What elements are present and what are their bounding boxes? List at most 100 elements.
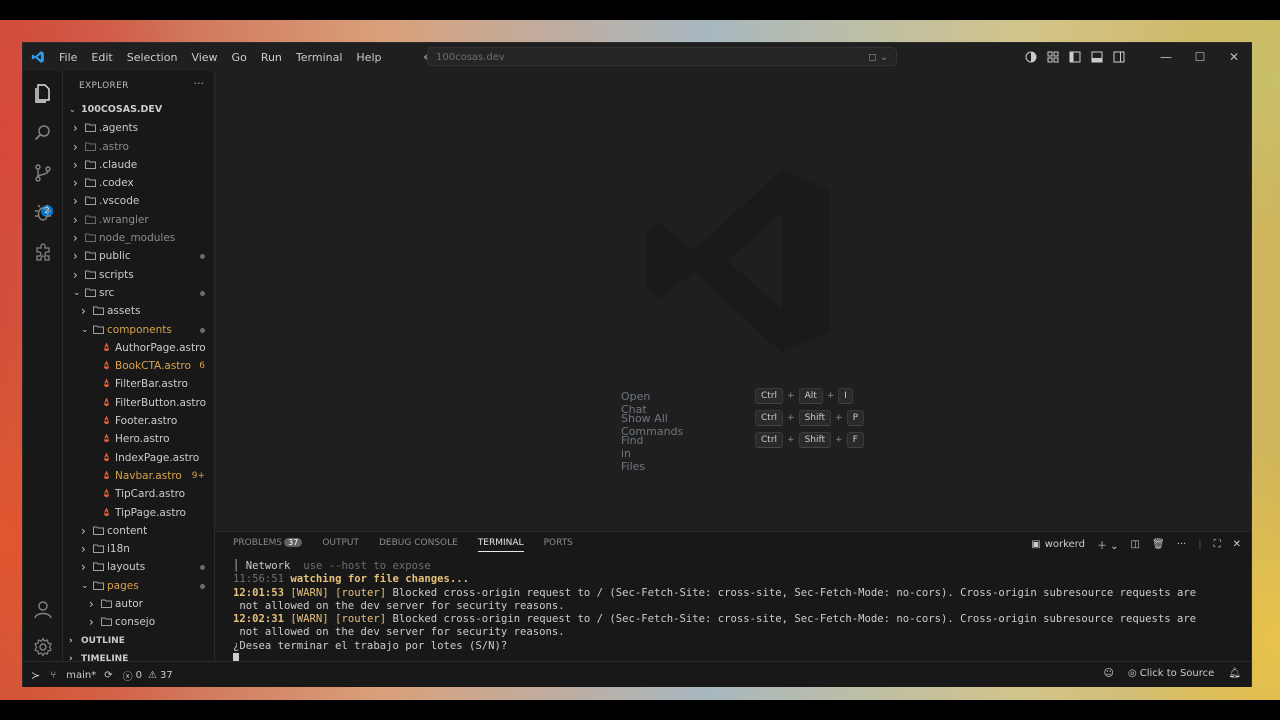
search-icon[interactable] [33,123,53,143]
terminal-output[interactable]: ┃ Network use --host to expose 11:56:51 w… [233,560,1243,666]
errors-count[interactable]: 0 [136,670,142,681]
copilot-chat-icon[interactable]: ◻ ⌄ [868,48,888,67]
extensions-icon[interactable] [33,243,53,263]
file-item[interactable]: Footer.astro [63,412,214,430]
timeline-section[interactable]: › TIMELINE [63,650,214,661]
settings-gear-icon[interactable] [33,637,53,657]
folder-item[interactable]: › i18n [63,540,214,558]
tab-ports[interactable]: PORTS [544,538,573,552]
folder-icon [85,123,96,133]
file-item[interactable]: IndexPage.astro [63,449,214,467]
tree-item-label: scripts [99,268,134,281]
folder-item[interactable]: ⌄ components [63,321,214,339]
file-item[interactable]: AuthorPage.astro [63,339,214,357]
folder-item[interactable]: › .codex [63,174,214,192]
terminal-line: 11:56:51 watching for file changes... [233,573,1243,586]
tab-terminal[interactable]: TERMINAL [477,538,524,552]
new-terminal-icon[interactable]: ＋ ⌄ [1097,537,1119,552]
folder-icon [85,233,96,243]
tab-problems[interactable]: PROBLEMS 37 [233,538,303,552]
astro-file-icon [103,360,110,370]
run-debug-icon[interactable] [33,203,53,223]
toggle-secondary-sidebar-icon[interactable] [1113,51,1125,63]
folder-item[interactable]: ⌄ pages [63,577,214,595]
activity-bar: 2 [23,71,63,661]
split-terminal-icon[interactable]: ◫ [1131,539,1140,550]
account-icon[interactable] [33,599,53,619]
folder-item[interactable]: › .wrangler [63,211,214,229]
terminal-router-tag: [router] [335,613,387,626]
maximize-panel-icon[interactable]: ⛶ [1214,539,1221,550]
folder-item[interactable]: › .astro [63,138,214,156]
problem-count: 9+ [191,470,205,481]
terminal-line: 12:02:31 [WARN] [router] Blocked cross-o… [233,613,1243,626]
toggle-panel-icon[interactable] [1091,51,1103,63]
tree-item-label: TipCard.astro [115,488,186,501]
folder-item[interactable]: › assets [63,302,214,320]
source-control-icon[interactable] [33,163,53,183]
title-bar: FileEditSelectionViewGoRunTerminalHelp ←… [23,43,1251,71]
folder-item[interactable]: › .claude [63,156,214,174]
file-item[interactable]: FilterBar.astro [63,375,214,393]
tree-item-label: .agents [99,122,139,135]
folder-item[interactable]: › layouts [63,558,214,576]
menu-item-terminal[interactable]: Terminal [296,51,343,64]
terminal-name[interactable]: workerd [1045,539,1085,550]
folder-item[interactable]: › consejo [63,613,214,631]
command-center-search[interactable]: 100cosas.dev ◻ ⌄ [427,47,897,66]
file-item[interactable]: BookCTA.astro 6 [63,357,214,375]
key-plus: + [835,435,843,445]
file-item[interactable]: FilterButton.astro [63,394,214,412]
toggle-primary-sidebar-icon[interactable] [1069,51,1081,63]
kill-terminal-icon[interactable]: 🗑 [1152,539,1165,550]
click-to-source[interactable]: Click to Source [1140,668,1215,679]
outline-section[interactable]: › OUTLINE [63,632,214,650]
remote-indicator-icon[interactable]: ≻ [31,669,40,682]
notifications-bell-icon[interactable]: 🔔︎ [1228,668,1241,679]
folder-item[interactable]: ⌄ src [63,284,214,302]
copilot-icon[interactable]: ☺ [1104,668,1114,679]
title-bar-right: — ☐ ✕ [1025,43,1251,71]
theme-toggle-icon[interactable] [1025,51,1037,63]
folder-item[interactable]: › content [63,522,214,540]
more-actions-icon[interactable]: ··· [1177,539,1187,550]
folder-icon [85,215,96,224]
file-item[interactable]: TipCard.astro [63,485,214,503]
minimize-icon[interactable]: — [1149,50,1183,64]
tab-label: TERMINAL [477,538,524,548]
menu-item-edit[interactable]: Edit [91,51,112,64]
file-item[interactable]: Navbar.astro 9+ [63,467,214,485]
warnings-count[interactable]: 37 [160,670,173,681]
terminal-warn-tag: [WARN] [290,613,329,626]
tree-item-label: IndexPage.astro [115,451,200,464]
close-panel-icon[interactable]: ✕ [1233,539,1241,550]
root-folder[interactable]: ⌄ 100COSAS.DEV [63,101,214,119]
customize-layout-icon[interactable] [1047,51,1059,63]
editor-empty-area: Open Chat Ctrl + Alt + I Show All Commands Ctrl… [215,71,1251,531]
file-item[interactable]: Hero.astro [63,430,214,448]
menu-item-file[interactable]: File [59,51,77,64]
sync-icon[interactable]: ⟳ [104,670,112,681]
menu-item-help[interactable]: Help [356,51,381,64]
explorer-more-button[interactable]: ··· [194,77,205,90]
file-item[interactable]: TipPage.astro [63,504,214,522]
explorer-icon[interactable] [33,83,53,103]
tab-debug-console[interactable]: DEBUG CONSOLE [379,538,458,552]
menu-item-view[interactable]: View [191,51,217,64]
separator: | [1198,539,1202,550]
menu-item-go[interactable]: Go [232,51,247,64]
file-tree-items: › .agents › .astro › .claude › .codex › .vscode ›.… [63,119,214,631]
folder-item[interactable]: › autor [63,595,214,613]
menu-item-selection[interactable]: Selection [127,51,178,64]
chevron-right-icon: › [81,560,86,575]
folder-item[interactable]: › .agents [63,119,214,137]
menu-item-run[interactable]: Run [261,51,282,64]
folder-item[interactable]: › node_modules [63,229,214,247]
maximize-icon[interactable]: ☐ [1183,50,1217,64]
folder-item[interactable]: › .vscode [63,192,214,210]
tab-output[interactable]: OUTPUT [322,538,359,552]
close-icon[interactable]: ✕ [1217,50,1251,64]
folder-item[interactable]: › public [63,247,214,265]
branch-name[interactable]: main* [66,670,96,681]
folder-item[interactable]: › scripts [63,266,214,284]
